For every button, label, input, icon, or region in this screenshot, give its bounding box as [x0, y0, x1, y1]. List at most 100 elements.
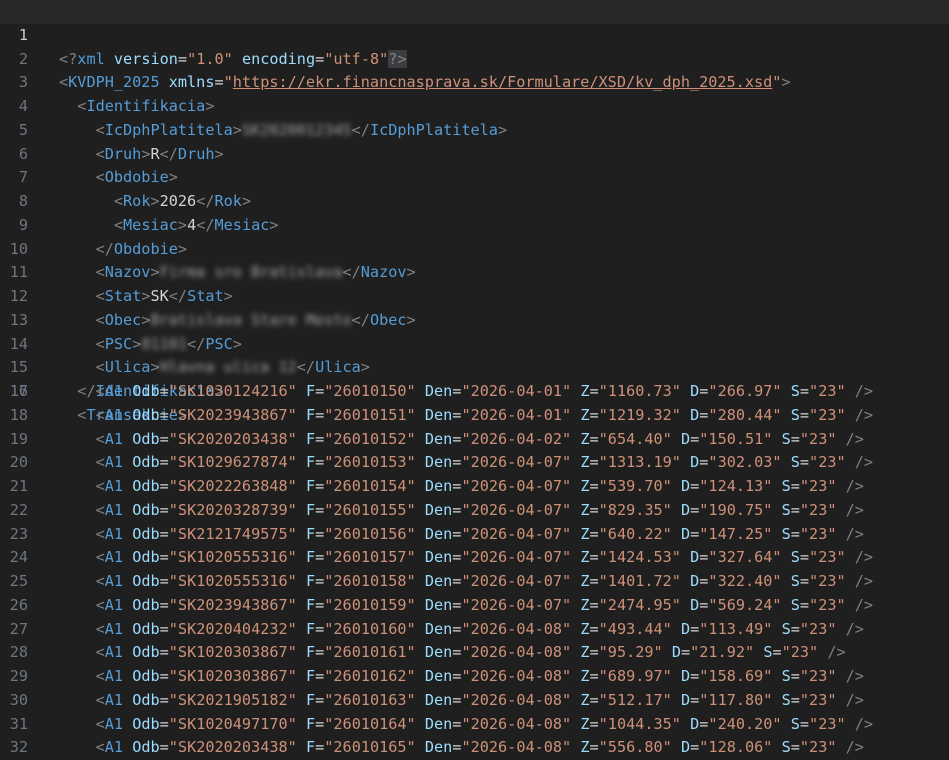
attr-value: "327.64" [708, 548, 782, 567]
attr-name: S [790, 405, 800, 424]
line-content: <A1 Odb="SK2023943867" F="26010159" Den=… [95, 595, 874, 614]
attr-value: "2474.95" [598, 595, 681, 614]
line-number: 18 [9, 405, 28, 424]
attr-name: Z [580, 595, 590, 614]
attr-value: "26010164" [324, 714, 416, 733]
transaction-line[interactable]: 17 <A1 Odb="SK1030124216" F="26010150" D… [0, 380, 949, 404]
transaction-line[interactable]: 24 <A1 Odb="SK1020555316" F="26010157" D… [0, 546, 949, 570]
attr-value: "23" [799, 524, 837, 543]
attr-value: "26010163" [324, 690, 416, 709]
attr-value: "SK2021905182" [168, 690, 297, 709]
attr-name: Den [424, 500, 453, 519]
transaction-line[interactable]: 22 <A1 Odb="SK2020328739" F="26010155" D… [0, 499, 949, 523]
line-content: <A1 Odb="SK2020404232" F="26010160" Den=… [95, 619, 864, 638]
transaction-line[interactable]: 18 <A1 Odb="SK2023943867" F="26010151" D… [0, 404, 949, 428]
line-number: 27 [9, 619, 28, 638]
line-number: 23 [9, 524, 28, 543]
attr-value: "23" [781, 643, 819, 662]
code-line[interactable]: 14 <Ulica>Hlavna ulica 12</Ulica> [0, 309, 949, 377]
attr-value: "322.40" [708, 572, 782, 590]
transaction-line[interactable]: 30 <A1 Odb="SK2021905182" F="26010163" D… [0, 689, 949, 713]
code-editor[interactable]: 1 <?xml version="1.0" encoding="utf-8"?>… [0, 0, 949, 756]
code-line[interactable]: 1 <?xml version="1.0" encoding="utf-8"?> [0, 0, 949, 68]
line-number: 19 [9, 429, 28, 448]
transaction-line[interactable]: 21 <A1 Odb="SK2022263848" F="26010154" D… [0, 475, 949, 499]
attr-name: Z [580, 453, 590, 472]
attr-value: "SK2020203438" [168, 429, 297, 448]
attr-name: Den [424, 405, 453, 424]
attr-value: "2026-04-07" [461, 572, 572, 590]
attr-name: Den [424, 595, 453, 614]
attr-value: "1219.32" [598, 405, 681, 424]
line-number: 32 [9, 738, 28, 757]
code-line[interactable]: 3 <Identifikacia> [0, 48, 949, 115]
attr-name: F [305, 595, 316, 614]
attr-value: "26010155" [324, 500, 416, 519]
attr-value: "147.25" [699, 524, 773, 543]
attr-value: "SK2022263848" [168, 477, 297, 495]
line-content: <A1 Odb="SK1020497170" F="26010164" Den=… [95, 714, 874, 733]
attr-name: Odb [132, 382, 160, 400]
code-line[interactable]: 4 <IcDphPlatitela>SK2020012345</IcDphPla… [0, 71, 949, 139]
line-number: 22 [9, 500, 28, 519]
attr-value: "26010162" [324, 667, 416, 685]
attr-value: "1313.19" [598, 453, 681, 472]
attr-value: "SK2023943867" [168, 405, 297, 424]
attr-name: F [305, 548, 316, 567]
attr-name: Z [580, 500, 590, 519]
transaction-line[interactable]: 28 <A1 Odb="SK1020303867" F="26010161" D… [0, 641, 949, 665]
line-content: <A1 Odb="SK2020328739" F="26010155" Den=… [95, 500, 864, 519]
transaction-line[interactable]: 23 <A1 Odb="SK2121749575" F="26010156" D… [0, 523, 949, 547]
attr-name: D [690, 382, 700, 400]
attr-value: "640.22" [598, 524, 672, 543]
tag-name: A1 [104, 667, 124, 685]
attr-value: "26010157" [324, 548, 416, 567]
attr-name: S [790, 548, 800, 567]
code-line[interactable]: 2 <KVDPH_2025 xmlns="https://ekr.financn… [0, 24, 949, 92]
tag-name: A1 [104, 405, 124, 424]
transaction-line[interactable]: 32 <A1 Odb="SK2020203438" F="26010165" D… [0, 736, 949, 760]
code-line[interactable]: 11 <Stat>SK</Stat> [0, 238, 949, 305]
attr-value: "23" [799, 477, 837, 495]
attr-value: "2026-04-07" [461, 500, 572, 519]
attr-name: F [305, 619, 316, 638]
transaction-line[interactable]: 27 <A1 Odb="SK2020404232" F="26010160" D… [0, 618, 949, 642]
attr-name: D [680, 500, 691, 519]
code-line[interactable]: 16 <Transakcie> [0, 356, 949, 424]
attr-value: "2026-04-01" [461, 405, 572, 424]
attr-value: "23" [809, 548, 846, 567]
transaction-line[interactable]: 26 <A1 Odb="SK2023943867" F="26010159" D… [0, 594, 949, 618]
attr-name: F [305, 477, 316, 495]
transaction-line[interactable]: 31 <A1 Odb="SK1020497170" F="26010164" D… [0, 713, 949, 737]
code-line[interactable]: 5 <Druh>R</Druh> [0, 95, 949, 163]
attr-name: D [680, 524, 691, 543]
attr-value: "302.03" [708, 453, 782, 472]
code-line[interactable]: 7 <Rok>2026</Rok> [0, 143, 949, 210]
code-line[interactable]: 8 <Mesiac>4</Mesiac> [0, 166, 949, 234]
code-line[interactable]: 6 <Obdobie> [0, 119, 949, 187]
transaction-line[interactable]: 25 <A1 Odb="SK1020555316" F="26010158" D… [0, 570, 949, 594]
line-content: <A1 Odb="SK2121749575" F="26010156" Den=… [95, 524, 864, 543]
attr-name: S [790, 714, 800, 733]
code-line[interactable]: 15 </Identifikacia> [0, 333, 949, 400]
attr-name: Den [424, 572, 453, 590]
line-content: <A1 Odb="SK2020203438" F="26010165" Den=… [95, 738, 864, 757]
attr-value: "SK2020404232" [168, 619, 297, 638]
attr-value: "26010160" [324, 619, 416, 638]
attr-name: Den [424, 619, 453, 638]
attr-value: "512.17" [598, 690, 672, 709]
code-line[interactable]: 10 <Nazov>Firma sro Bratislava</Nazov> [0, 214, 949, 282]
attr-value: "117.80" [699, 690, 773, 709]
attr-name: F [305, 405, 316, 424]
attr-value: "23" [809, 382, 846, 400]
attr-value: "1160.73" [598, 382, 681, 400]
code-line[interactable]: 12 <Obec>Bratislava Stare Mesto</Obec> [0, 261, 949, 329]
code-line[interactable]: 13 <PSC>81101</PSC> [0, 285, 949, 353]
code-line[interactable]: 9 </Obdobie> [0, 190, 949, 258]
line-number: 31 [9, 714, 28, 733]
attr-name: F [305, 572, 316, 590]
transaction-line[interactable]: 20 <A1 Odb="SK1029627874" F="26010153" D… [0, 451, 949, 475]
line-content: <A1 Odb="SK1020555316" F="26010158" Den=… [95, 572, 874, 590]
transaction-line[interactable]: 29 <A1 Odb="SK1020303867" F="26010162" D… [0, 665, 949, 689]
transaction-line[interactable]: 19 <A1 Odb="SK2020203438" F="26010152" D… [0, 428, 949, 452]
